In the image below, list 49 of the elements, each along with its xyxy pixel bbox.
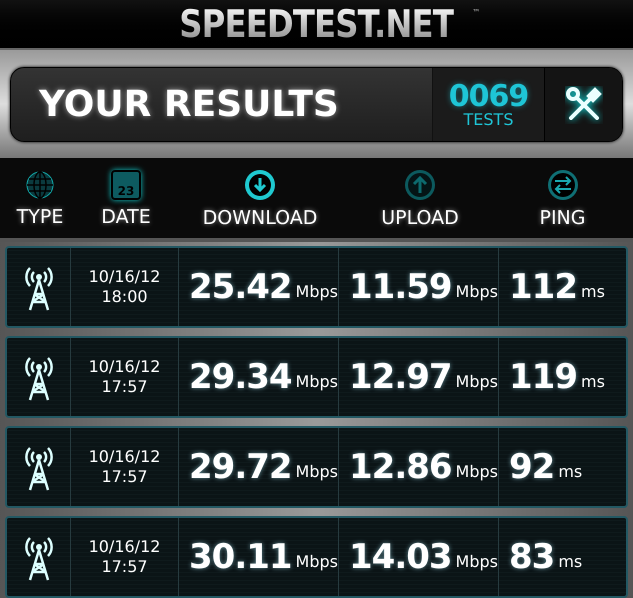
ping-value: 119 <box>509 356 577 398</box>
speed-value: 11.59 <box>349 266 452 308</box>
unit-label: Mbps <box>456 281 498 303</box>
column-header: DOWNLOAD <box>202 208 318 228</box>
test-date: 10/16/12 <box>88 357 160 377</box>
result-row[interactable]: 10/16/12 18:00 25.42 Mbps 11.59 Mbps 112 ms <box>5 246 628 328</box>
unit-label: ms <box>558 551 582 573</box>
unit-label: Mbps <box>456 461 498 483</box>
swap-arrows-icon <box>546 168 578 200</box>
calendar-icon: 23 <box>111 170 141 200</box>
test-time: 18:00 <box>101 287 148 307</box>
speed-value: 29.72 <box>189 446 292 488</box>
speed-value: 14.03 <box>349 536 452 578</box>
speed-value: 29.34 <box>189 356 292 398</box>
unit-label: ms <box>558 461 582 483</box>
test-count: 0069 <box>448 82 528 112</box>
unit-label: Mbps <box>296 461 338 483</box>
ping-value: 83 <box>509 536 554 578</box>
unit-label: Mbps <box>296 551 338 573</box>
test-date: 10/16/12 <box>88 447 160 467</box>
unit-label: ms <box>580 281 605 303</box>
unit-label: Mbps <box>296 281 338 303</box>
results-title: YOUR RESULTS <box>39 86 339 122</box>
settings-button[interactable] <box>544 68 622 141</box>
unit-label: Mbps <box>456 551 498 573</box>
ping-value: 92 <box>509 446 554 488</box>
column-header: TYPE <box>16 208 64 226</box>
test-time: 17:57 <box>101 377 148 397</box>
test-date: 10/16/12 <box>88 537 160 557</box>
ping-value: 112 <box>509 266 577 308</box>
speed-value: 25.42 <box>189 266 292 308</box>
speed-value: 12.97 <box>349 356 452 398</box>
column-header: PING <box>540 208 586 228</box>
speed-value: 12.86 <box>349 446 452 488</box>
unit-label: Mbps <box>456 371 498 393</box>
tests-label: TESTS <box>464 112 514 128</box>
test-date: 10/16/12 <box>88 267 160 287</box>
column-header: UPLOAD <box>381 208 459 228</box>
column-header: DATE <box>101 208 151 226</box>
trademark: ™ <box>472 7 480 19</box>
result-row[interactable]: 10/16/12 17:57 29.72 Mbps 12.86 Mbps 92 ms <box>5 426 628 508</box>
speed-value: 30.11 <box>189 536 292 578</box>
result-row[interactable]: 10/16/12 17:57 29.34 Mbps 12.97 Mbps 119 ms <box>5 336 628 418</box>
unit-label: Mbps <box>296 371 338 393</box>
result-row[interactable]: 10/16/12 17:57 30.11 Mbps 14.03 Mbps 83 ms <box>5 516 628 598</box>
test-time: 17:57 <box>101 557 148 577</box>
unit-label: ms <box>580 371 605 393</box>
test-time: 17:57 <box>101 467 148 487</box>
globe-icon <box>25 170 55 200</box>
